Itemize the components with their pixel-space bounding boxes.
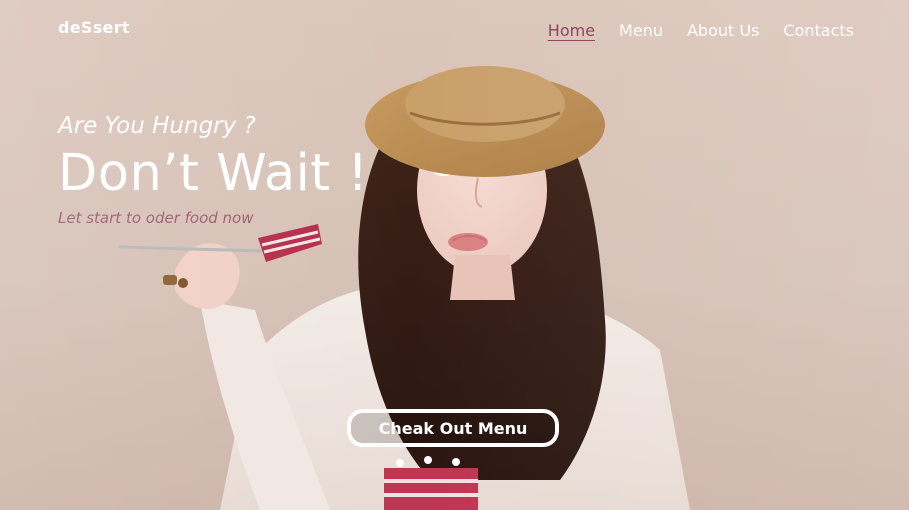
checkout-menu-button[interactable]: Cheak Out Menu	[347, 409, 559, 447]
hero-tagline: Let start to oder food now	[58, 209, 254, 227]
hero-kicker: Are You Hungry ?	[58, 113, 256, 139]
brand-logo[interactable]: deSsert	[58, 18, 130, 37]
hero-headline: Don’t Wait !	[58, 144, 369, 203]
hero-section: deSsert Home Menu About Us Contacts Are …	[0, 0, 909, 510]
nav-home-link[interactable]: Home	[548, 21, 595, 40]
top-nav: Home Menu About Us Contacts	[548, 21, 854, 40]
nav-contacts-link[interactable]: Contacts	[783, 21, 854, 40]
nav-menu-link[interactable]: Menu	[619, 21, 663, 40]
nav-about-link[interactable]: About Us	[687, 21, 759, 40]
